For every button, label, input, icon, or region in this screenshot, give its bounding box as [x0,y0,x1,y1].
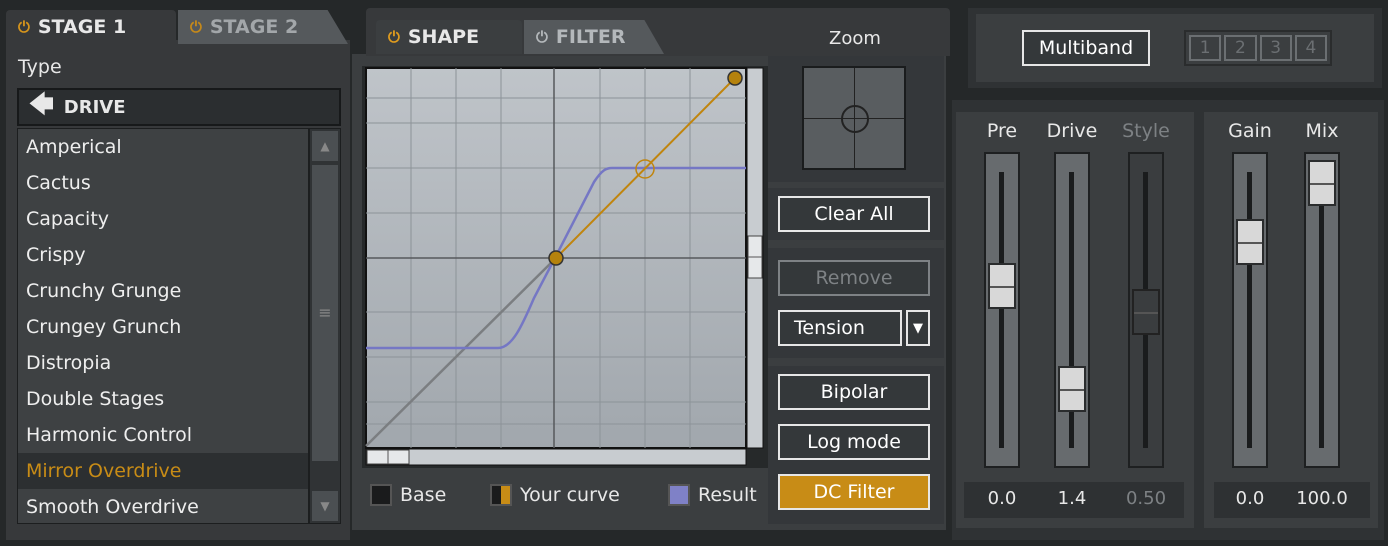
power-icon: ⏻ [18,18,30,36]
band-2-button[interactable]: 2 [1224,35,1257,61]
fader-knob[interactable] [988,263,1016,310]
multiband-button[interactable]: Multiband [1022,30,1150,66]
legend-your-curve: Your curve [490,484,620,506]
scroll-thumb[interactable]: ≡ [312,165,338,461]
fader-value-drive: 1.4 [1057,488,1087,509]
fader-label-drive: Drive [1046,120,1098,142]
band-1-button[interactable]: 1 [1189,35,1222,61]
legend-base-label: Base [400,484,447,506]
tab-stage-1-label: STAGE 1 [37,16,127,38]
zoom-label: Zoom [829,28,881,49]
legend-base: Base [370,484,446,506]
base-swatch [370,484,392,506]
preset-item[interactable]: Distropia [18,345,308,381]
fader-value-style: 0.50 [1125,488,1167,509]
preset-item[interactable]: Crunchy Grunge [18,273,308,309]
fader-knob[interactable] [1236,219,1264,266]
legend-result: Result [668,484,757,506]
fader-value-mix: 100.0 [1296,488,1348,509]
power-icon: ⏻ [190,18,202,36]
tab-stage-1[interactable]: ⏻ STAGE 1 [6,10,176,44]
scroll-up-button[interactable]: ▲ [312,131,338,161]
drive-button[interactable]: 🡄 DRIVE [17,88,341,126]
scroll-down-button[interactable]: ▼ [312,491,338,521]
fader-groove [1247,172,1252,448]
fader-groove [1319,172,1324,448]
tab-stage-2[interactable]: ⏻ STAGE 2 [178,10,348,44]
band-buttons: 1234 [1184,30,1332,66]
result-swatch [668,484,690,506]
fader-knob[interactable] [1132,289,1160,335]
fader-label-mix: Mix [1305,120,1339,142]
remove-button[interactable]: Remove [778,260,930,296]
fader-value-pre: 0.0 [987,488,1017,509]
power-icon: ⏻ [388,28,400,46]
curve-plot[interactable] [362,66,768,468]
fader-style[interactable] [1128,152,1164,468]
legend-your-curve-label: Your curve [520,484,620,506]
your-curve-swatch [490,484,512,506]
tension-select[interactable]: Tension [778,310,902,346]
fader-knob[interactable] [1308,160,1336,206]
chevron-down-icon: ▼ [913,320,923,336]
zoom-handle[interactable] [841,105,869,133]
log-mode-button[interactable]: Log mode [778,424,930,460]
preset-item[interactable]: Crispy [18,237,308,273]
clear-all-button[interactable]: Clear All [778,196,930,232]
drive-button-label: DRIVE [63,96,126,118]
horizontal-scrollbar [365,448,747,466]
tab-filter[interactable]: ⏻ FILTER [524,20,664,54]
shape-graph[interactable] [362,66,768,468]
fader-drive[interactable] [1054,152,1090,468]
band-3-button[interactable]: 3 [1259,35,1292,61]
zoom-pad[interactable] [802,66,906,170]
bipolar-button[interactable]: Bipolar [778,374,930,410]
preset-scrollbar[interactable]: ▲ ≡ ▼ [309,128,341,524]
preset-item[interactable]: Capacity [18,201,308,237]
band-4-button[interactable]: 4 [1294,35,1327,61]
tab-stage-2-label: STAGE 2 [209,16,299,38]
tab-shape[interactable]: ⏻ SHAPE [376,20,522,54]
fader-knob[interactable] [1058,366,1086,413]
fader-label-pre: Pre [986,120,1018,142]
fader-mix[interactable] [1304,152,1340,468]
tab-filter-label: FILTER [555,26,626,48]
fader-groove [999,172,1004,448]
curve-point [727,70,743,86]
fader-label-style: Style [1122,120,1170,142]
preset-item[interactable]: Smooth Overdrive [18,489,308,523]
preset-item[interactable]: Crungey Grunch [18,309,308,345]
fader-gain[interactable] [1232,152,1268,468]
type-label: Type [18,56,62,78]
fader-pre[interactable] [984,152,1020,468]
preset-list: Amperical Cactus Capacity Crispy Crunchy Gru… [17,128,309,524]
dc-filter-button[interactable]: DC Filter [778,474,930,510]
preset-item[interactable]: Cactus [18,165,308,201]
power-icon: ⏻ [536,28,548,46]
fader-label-gain: Gain [1228,120,1272,142]
fader-value-gain: 0.0 [1235,488,1265,509]
preset-item[interactable]: Mirror Overdrive [18,453,308,489]
preset-item[interactable]: Double Stages [18,381,308,417]
preset-item[interactable]: Harmonic Control [18,417,308,453]
tab-shape-label: SHAPE [407,26,480,48]
arrow-left-icon: 🡄 [29,89,54,118]
legend-result-label: Result [698,484,757,506]
tension-dropdown-button[interactable]: ▼ [906,310,930,346]
preset-item[interactable]: Amperical [18,129,308,165]
curve-point [548,250,564,266]
